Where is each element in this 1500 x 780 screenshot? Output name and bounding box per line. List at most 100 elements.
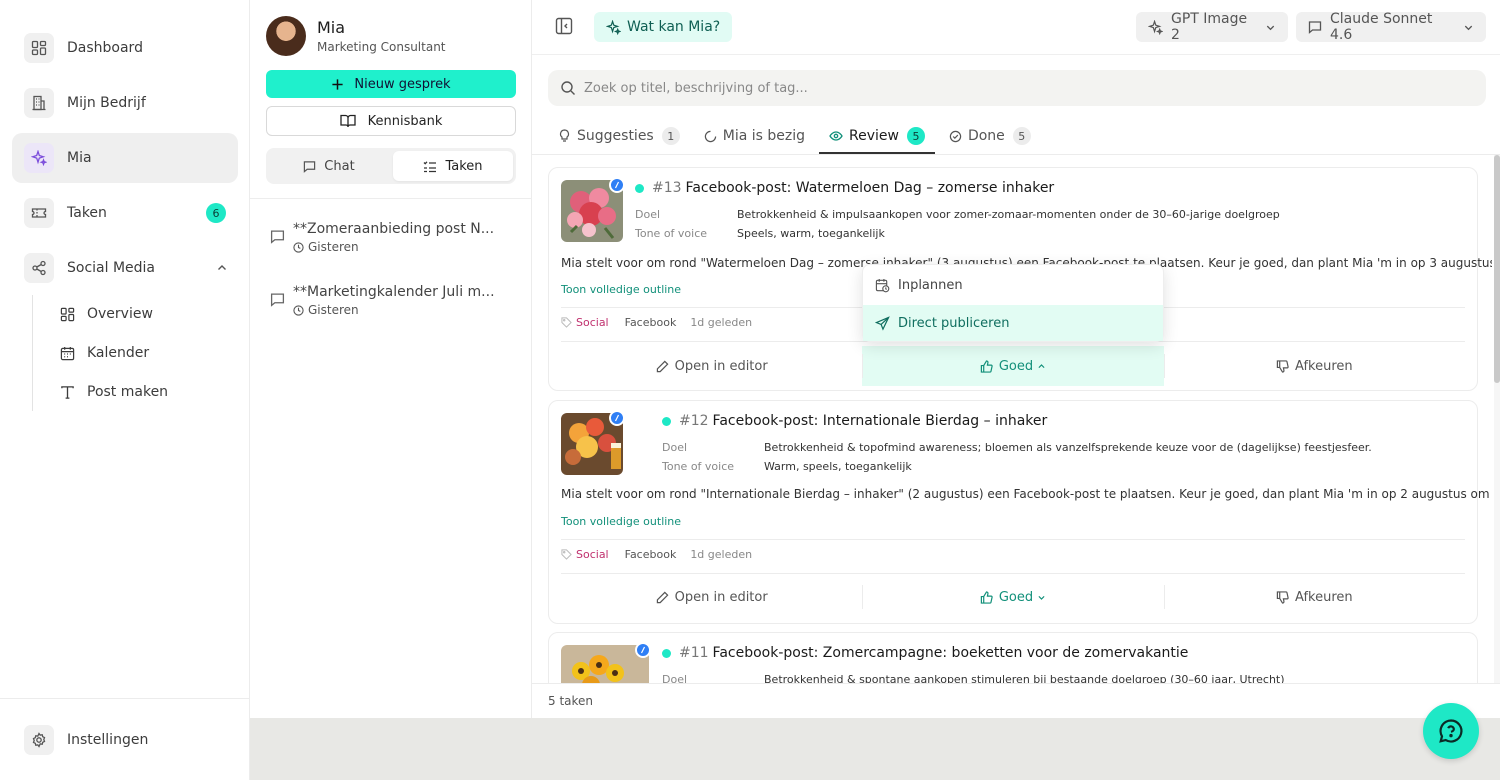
conversation-time-label: Gisteren	[308, 303, 359, 317]
task-number: #11	[679, 645, 709, 661]
show-outline-link[interactable]: Toon volledige outline	[561, 283, 681, 296]
nav-item-mia[interactable]: Mia	[12, 133, 238, 183]
tab-count-badge: 5	[906, 127, 925, 145]
new-chat-button[interactable]: Nieuw gesprek	[266, 70, 516, 98]
approve-button[interactable]: Goed	[862, 577, 1163, 617]
divider	[1164, 585, 1165, 609]
nav-item-taken[interactable]: Taken 6	[12, 188, 238, 238]
ai-generated-badge-icon	[635, 642, 651, 658]
search-icon	[560, 80, 576, 96]
task-actions: Open in editor Goed Afkeuren	[561, 577, 1465, 617]
message-icon	[270, 292, 285, 307]
divider	[532, 683, 1500, 684]
status-dot	[635, 183, 644, 193]
sidebar-item-kalender[interactable]: Kalender	[60, 340, 149, 366]
new-chat-label: Nieuw gesprek	[354, 76, 451, 92]
send-icon	[875, 315, 890, 331]
tab-suggesties[interactable]: Suggesties 1	[558, 123, 680, 149]
nav-label: Taken	[67, 205, 107, 221]
menu-item-label: Inplannen	[898, 277, 963, 293]
reject-button[interactable]: Afkeuren	[1164, 577, 1465, 617]
task-list: #13 Facebook-post: Watermeloen Dag – zom…	[532, 155, 1492, 683]
chevron-up-icon[interactable]	[216, 262, 228, 274]
ask-mia-button[interactable]: Wat kan Mia?	[594, 12, 733, 42]
dashboard-icon	[24, 33, 54, 63]
tab-label: Review	[849, 128, 899, 144]
tag-social: Social	[576, 316, 609, 329]
tone-label: Tone of voice	[662, 460, 735, 473]
tab-review[interactable]: Review 5	[819, 123, 935, 154]
image-model-select[interactable]: GPT Image 2	[1136, 11, 1288, 43]
nav-item-social-media[interactable]: Social Media	[12, 243, 238, 293]
scrollbar-thumb[interactable]	[1494, 155, 1500, 383]
knowledge-base-label: Kennisbank	[367, 113, 443, 129]
doel-value: Betrokkenheid & impulsaankopen voor zome…	[737, 208, 1280, 221]
reject-button[interactable]: Afkeuren	[1164, 346, 1465, 386]
action-label: Open in editor	[674, 589, 768, 605]
persona-role: Marketing Consultant	[317, 40, 446, 54]
task-actions: Open in editor Goed Afkeuren	[561, 346, 1465, 386]
help-chat-button[interactable]	[1423, 703, 1479, 759]
check-circle-icon	[949, 130, 962, 143]
nav-item-mijn-bedrijf[interactable]: Mijn Bedrijf	[12, 78, 238, 128]
sidebar-item-label: Overview	[87, 306, 153, 322]
lightbulb-icon	[558, 129, 571, 143]
sidebar-toggle-icon[interactable]	[554, 16, 576, 38]
open-in-editor-button[interactable]: Open in editor	[561, 346, 862, 386]
knowledge-base-button[interactable]: Kennisbank	[266, 106, 516, 136]
task-title-text: Facebook-post: Watermeloen Dag – zomerse…	[685, 180, 1055, 196]
nav-item-dashboard[interactable]: Dashboard	[12, 23, 238, 73]
tab-label: Mia is bezig	[722, 128, 805, 144]
task-description: Mia stelt voor om rond "Internationale B…	[561, 487, 1492, 501]
task-number: #13	[652, 180, 682, 196]
chevron-down-icon	[1038, 595, 1045, 600]
tab-label: Suggesties	[577, 128, 654, 144]
show-outline-link[interactable]: Toon volledige outline	[561, 515, 681, 528]
thumbs-up-icon	[980, 590, 993, 604]
image-model-label: GPT Image 2	[1171, 11, 1248, 43]
tab-chat[interactable]: Chat	[269, 151, 389, 181]
conversation-title: **Zomeraanbieding post N...	[293, 221, 495, 237]
task-age: 1d geleden	[690, 548, 753, 561]
conversation-item[interactable]: **Zomeraanbieding post N... Gisteren	[270, 219, 510, 259]
task-number: #12	[679, 413, 709, 429]
nav-label: Dashboard	[67, 40, 143, 56]
doel-label: Doel	[662, 441, 688, 454]
list-checks-icon	[423, 160, 437, 173]
task-title[interactable]: #13 Facebook-post: Watermeloen Dag – zom…	[635, 180, 1054, 196]
text-icon	[60, 385, 75, 400]
task-title[interactable]: #12 Facebook-post: Internationale Bierda…	[662, 413, 1047, 429]
tab-taken[interactable]: Taken	[393, 151, 513, 181]
menu-item-direct-publiceren[interactable]: Direct publiceren	[863, 305, 1163, 341]
text-model-select[interactable]: Claude Sonnet 4.6	[1296, 11, 1486, 43]
divider	[561, 539, 1465, 540]
tab-done[interactable]: Done 5	[949, 123, 1031, 149]
sidebar-item-post-maken[interactable]: Post maken	[60, 379, 168, 405]
loader-icon	[704, 130, 717, 143]
search-input[interactable]	[584, 80, 1464, 96]
menu-item-label: Direct publiceren	[898, 315, 1010, 331]
tab-count-badge: 5	[1012, 127, 1031, 145]
message-icon	[1308, 20, 1322, 34]
task-tags: Social Facebook 1d geleden	[561, 548, 752, 561]
ask-mia-label: Wat kan Mia?	[627, 19, 721, 35]
message-icon	[303, 160, 316, 173]
chevron-down-icon	[1463, 22, 1474, 33]
approve-button[interactable]: Goed	[862, 346, 1164, 386]
doel-label: Doel	[635, 208, 661, 221]
doel-value: Betrokkenheid & spontane aankopen stimul…	[764, 673, 1285, 683]
open-in-editor-button[interactable]: Open in editor	[561, 577, 862, 617]
nav-item-instellingen[interactable]: Instellingen	[12, 715, 238, 765]
ticket-icon	[24, 198, 54, 228]
tone-value: Warm, speels, toegankelijk	[764, 460, 912, 473]
menu-item-inplannen[interactable]: Inplannen	[863, 267, 1163, 303]
tab-mia-is-bezig[interactable]: Mia is bezig	[704, 123, 805, 149]
conversation-item[interactable]: **Marketingkalender Juli m... Gisteren	[270, 282, 510, 322]
sidebar-item-overview[interactable]: Overview	[60, 301, 153, 327]
action-label: Goed	[998, 589, 1034, 605]
sparkles-icon	[24, 143, 54, 173]
tab-count-badge: 1	[661, 127, 680, 145]
task-title[interactable]: #11 Facebook-post: Zomercampagne: boeket…	[662, 645, 1188, 661]
nav-label: Mia	[67, 150, 92, 166]
thumbs-down-icon	[1276, 590, 1289, 604]
